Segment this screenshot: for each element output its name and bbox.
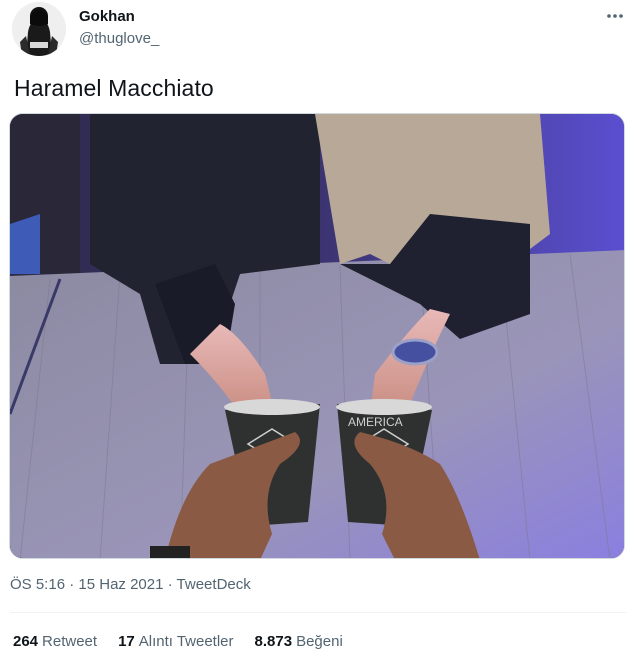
tweet-source-link[interactable]: TweetDeck xyxy=(177,576,251,593)
tweet-card: Gokhan @thuglove_ Haramel Macchiato AMER… xyxy=(0,0,635,664)
likes-count: 8.873 xyxy=(254,633,293,650)
retweets-stat[interactable]: 264 Retweet xyxy=(13,633,97,650)
quotes-stat[interactable]: 17 Alıntı Tweetler xyxy=(118,633,233,650)
retweets-label: Retweet xyxy=(42,633,98,650)
user-display-name[interactable]: Gokhan xyxy=(79,8,135,25)
separator-dot: · xyxy=(167,576,173,593)
tweet-photo[interactable]: AMERICA xyxy=(9,113,625,559)
tweet-stats: 264 Retweet 17 Alıntı Tweetler 8.873 Beğ… xyxy=(13,633,343,650)
retweets-count: 264 xyxy=(13,633,39,650)
quotes-count: 17 xyxy=(118,633,135,650)
quotes-label: Alıntı Tweetler xyxy=(138,633,234,650)
likes-label: Beğeni xyxy=(296,633,343,650)
tweet-time-link[interactable]: ÖS 5:16 xyxy=(10,576,65,593)
separator-dot: · xyxy=(69,576,75,593)
avatar[interactable] xyxy=(12,2,66,56)
more-dots-icon xyxy=(607,14,623,18)
tweet-text: Haramel Macchiato xyxy=(14,75,214,101)
likes-stat[interactable]: 8.873 Beğeni xyxy=(255,633,343,650)
hooded-figure-avatar-icon xyxy=(12,2,66,56)
user-handle[interactable]: @thuglove_ xyxy=(79,30,159,47)
svg-text:AMERICA: AMERICA xyxy=(348,415,403,429)
photo-two-coffee-cups-icon: AMERICA xyxy=(10,114,624,558)
tweet-date-link[interactable]: 15 Haz 2021 xyxy=(78,576,163,593)
tweet-timestamp: ÖS 5:16 · 15 Haz 2021 · TweetDeck xyxy=(10,576,251,593)
divider xyxy=(10,612,627,613)
more-options-button[interactable] xyxy=(601,4,629,28)
